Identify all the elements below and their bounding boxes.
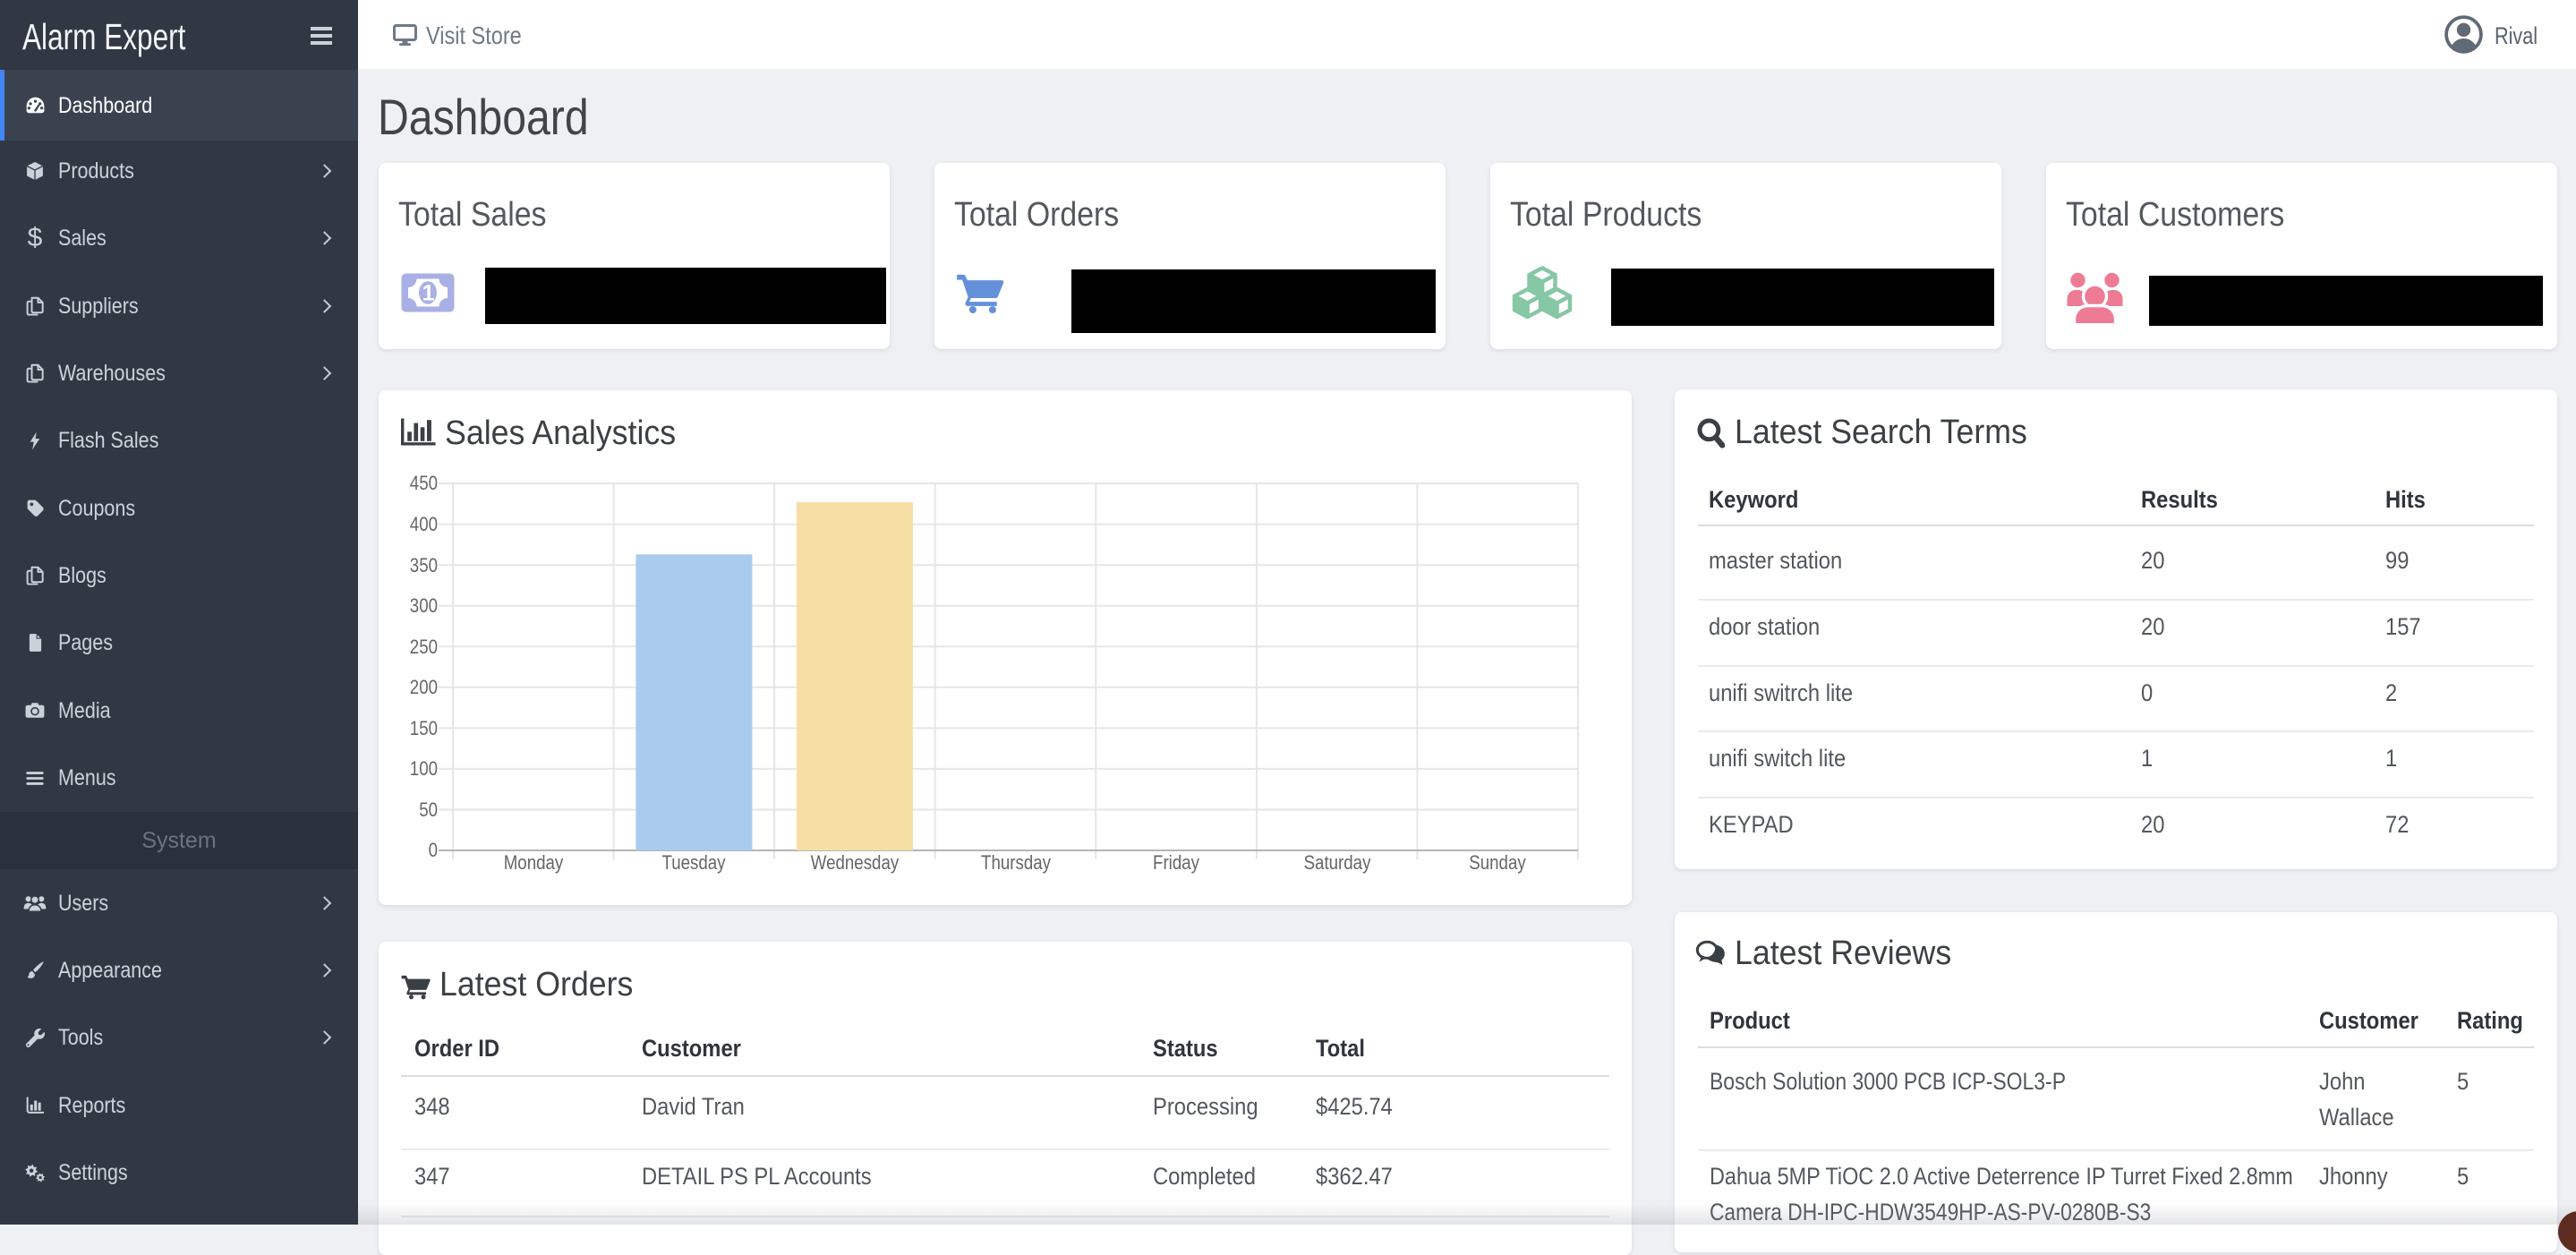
svg-text:1: 1 [422,281,435,306]
